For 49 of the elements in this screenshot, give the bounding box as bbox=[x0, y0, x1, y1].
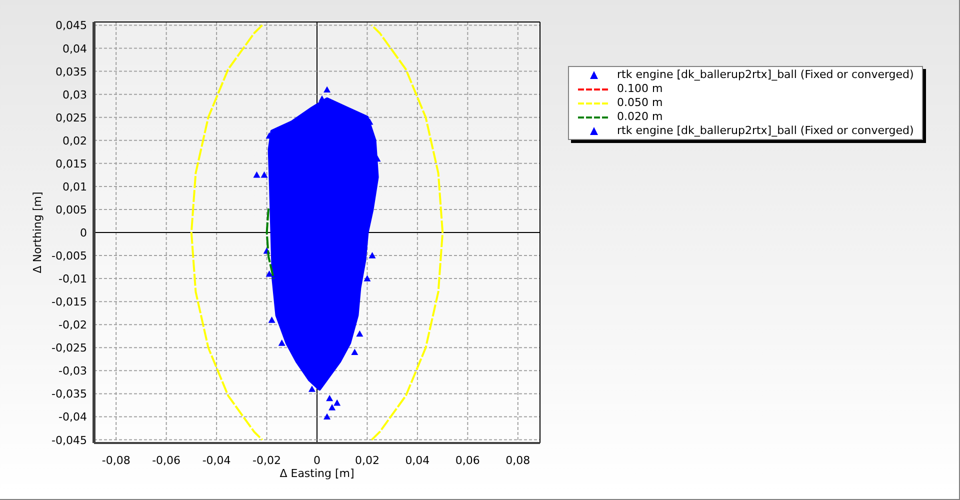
y-tick-label: 0,01 bbox=[62, 180, 87, 194]
x-tick-label: 0 bbox=[314, 454, 320, 467]
legend-label: rtk engine [dk_ballerup2rtx]_ball (Fixed or converged) bbox=[617, 68, 915, 82]
data-point bbox=[263, 247, 270, 254]
y-tick-label: -0,03 bbox=[58, 364, 87, 378]
x-tick-label: -0,04 bbox=[202, 454, 231, 467]
data-point bbox=[266, 132, 273, 139]
y-tick-label: 0,025 bbox=[56, 111, 87, 124]
x-tick-label: 0,08 bbox=[506, 454, 530, 467]
y-tick-label: -0,045 bbox=[52, 434, 87, 447]
x-tick-label: 0,02 bbox=[354, 454, 380, 467]
x-tick-label: 0,04 bbox=[405, 454, 430, 467]
y-tick-label: -0,035 bbox=[52, 388, 87, 401]
data-point bbox=[356, 330, 364, 337]
x-tick-label: -0,02 bbox=[252, 454, 281, 467]
y-tick-label: 0,005 bbox=[56, 203, 87, 216]
data-point bbox=[364, 275, 371, 282]
legend-label: rtk engine [dk_ballerup2rtx]_ball (Fixed or converged) bbox=[617, 124, 915, 138]
legend-label: 0.050 m bbox=[617, 96, 664, 110]
y-tick-label: -0,01 bbox=[58, 272, 87, 286]
data-point bbox=[318, 95, 326, 102]
y-tick-label: 0,02 bbox=[62, 134, 87, 148]
y-tick-label: -0,02 bbox=[58, 318, 87, 332]
x-tick-label: -0,08 bbox=[102, 454, 130, 467]
data-point bbox=[324, 413, 331, 420]
legend-label: 0.100 m bbox=[617, 82, 664, 96]
y-axis-title: Δ Northing [m] bbox=[31, 192, 44, 274]
data-point bbox=[308, 386, 316, 392]
y-tick-label: 0,015 bbox=[56, 157, 87, 170]
y-tick-label: -0,04 bbox=[58, 410, 87, 424]
legend-label: 0.020 m bbox=[617, 110, 664, 124]
y-tick-label: 0,035 bbox=[56, 65, 87, 78]
data-point bbox=[266, 270, 273, 277]
data-point bbox=[351, 348, 358, 356]
x-axis-title: Δ Easting [m] bbox=[280, 467, 354, 480]
y-tick-label: 0,04 bbox=[62, 42, 87, 56]
y-tick-label: 0,045 bbox=[56, 19, 87, 32]
y-tick-label: 0 bbox=[80, 226, 87, 240]
x-tick-label: -0,06 bbox=[152, 454, 181, 467]
x-tick-label: 0,06 bbox=[455, 454, 480, 467]
data-point bbox=[324, 86, 331, 92]
data-point bbox=[278, 340, 286, 346]
y-tick-label: -0,015 bbox=[52, 296, 87, 309]
data-point bbox=[366, 118, 374, 125]
y-tick-label: -0,005 bbox=[52, 250, 87, 263]
data-point bbox=[268, 316, 276, 323]
data-point bbox=[368, 252, 376, 258]
y-tick-label: 0,03 bbox=[62, 88, 87, 102]
y-tick-label: -0,025 bbox=[52, 342, 87, 355]
